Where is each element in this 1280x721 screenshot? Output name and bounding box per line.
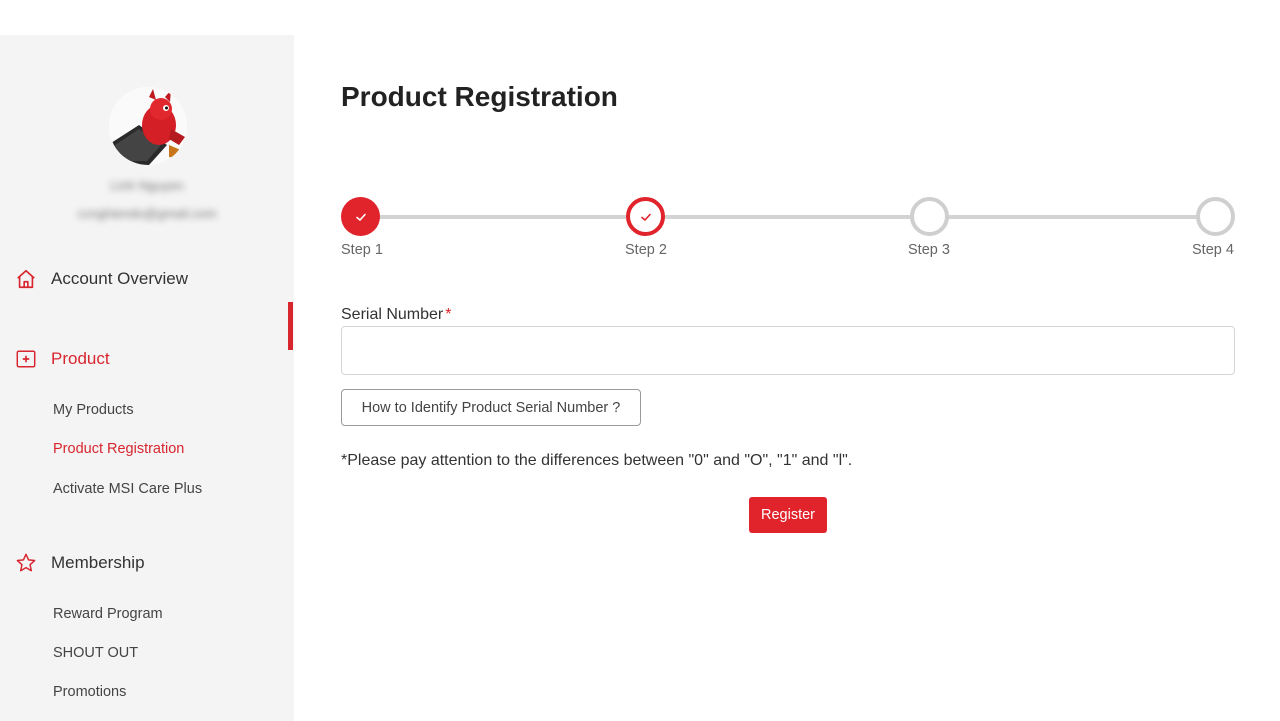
step-4-marker bbox=[1196, 197, 1235, 236]
step-1-marker bbox=[341, 197, 380, 236]
nav-my-products[interactable]: My Products bbox=[53, 402, 134, 418]
nav-membership-label: Membership bbox=[51, 553, 145, 572]
step-4-label: Step 4 bbox=[1192, 242, 1234, 258]
active-indicator bbox=[288, 302, 293, 350]
page-title: Product Registration bbox=[341, 81, 618, 112]
register-button[interactable]: Register bbox=[749, 497, 827, 533]
how-to-identify-serial-button[interactable]: How to Identify Product Serial Number ? bbox=[341, 389, 641, 426]
check-icon bbox=[640, 213, 651, 221]
nav-product[interactable]: Product bbox=[14, 347, 110, 371]
nav-account-overview[interactable]: Account Overview bbox=[14, 267, 188, 291]
nav-product-registration[interactable]: Product Registration bbox=[53, 441, 184, 457]
step-3-marker bbox=[910, 197, 949, 236]
nav-activate-msi-care-plus[interactable]: Activate MSI Care Plus bbox=[53, 481, 202, 497]
required-mark: * bbox=[445, 306, 452, 323]
serial-note: *Please pay attention to the differences… bbox=[341, 452, 853, 469]
nav-shout-out[interactable]: SHOUT OUT bbox=[53, 645, 138, 661]
avatar[interactable] bbox=[109, 87, 187, 165]
serial-number-label: Serial Number * bbox=[341, 306, 452, 324]
star-icon bbox=[14, 551, 38, 575]
sidebar: Linh Nguyen ccnghiendo@gmail.com Account… bbox=[0, 35, 294, 721]
product-icon bbox=[14, 347, 38, 371]
step-1-label: Step 1 bbox=[341, 242, 383, 258]
step-2-label: Step 2 bbox=[625, 242, 667, 258]
user-name: Linh Nguyen bbox=[110, 178, 184, 193]
dragon-mascot-icon bbox=[109, 87, 187, 165]
nav-product-label: Product bbox=[51, 349, 110, 368]
nav-promotions[interactable]: Promotions bbox=[53, 684, 126, 700]
check-icon bbox=[355, 213, 366, 221]
nav-account-overview-label: Account Overview bbox=[51, 269, 188, 288]
stepper-track bbox=[360, 215, 1216, 219]
nav-membership[interactable]: Membership bbox=[14, 551, 145, 575]
home-icon bbox=[14, 267, 38, 291]
user-email: ccnghiendo@gmail.com bbox=[77, 206, 217, 221]
nav-reward-program[interactable]: Reward Program bbox=[53, 606, 163, 622]
step-3-label: Step 3 bbox=[908, 242, 950, 258]
step-2-marker bbox=[626, 197, 665, 236]
serial-number-label-text: Serial Number bbox=[341, 306, 444, 323]
serial-number-input[interactable] bbox=[341, 326, 1235, 375]
